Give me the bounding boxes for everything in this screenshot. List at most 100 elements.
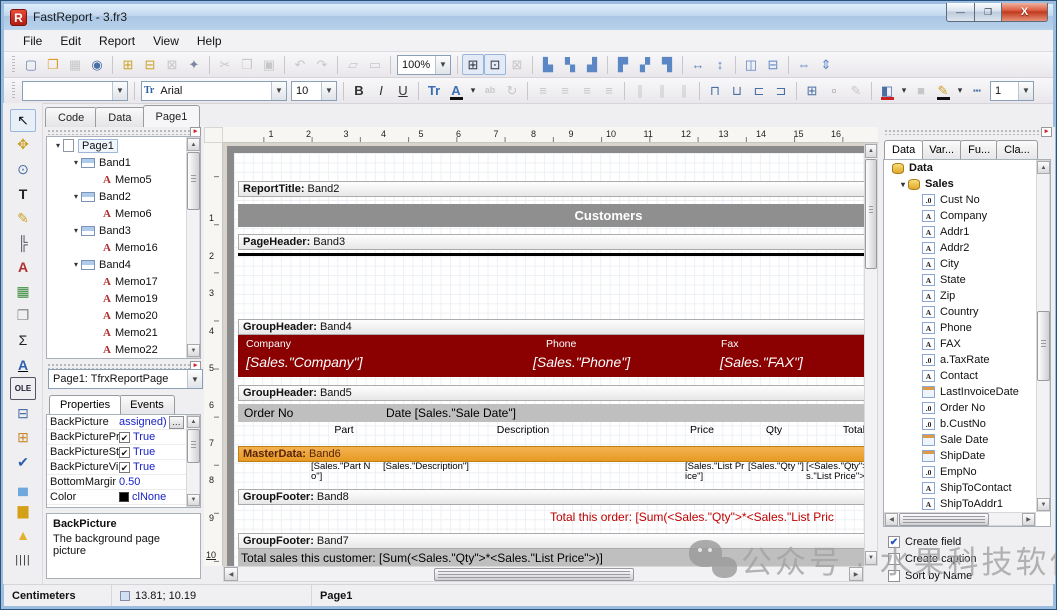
expand-icon[interactable]: ▾ (71, 158, 81, 167)
data-field-shipdate[interactable]: ShipDate (884, 448, 1050, 464)
data-field-memo[interactable]: [Sales."Phone"] (533, 354, 630, 370)
scroll-thumb[interactable] (434, 568, 634, 581)
center-horizontally-in-band-button[interactable]: ◫ (740, 54, 762, 75)
open-report-button[interactable]: ❐ (42, 54, 64, 75)
align-middles-button[interactable]: ▞ (634, 54, 656, 75)
band-header-band5[interactable]: GroupHeader:Band5 (238, 385, 864, 401)
data-field-order-no[interactable]: .0Order No (884, 400, 1050, 416)
data-field-addr1[interactable]: AAddr1 (884, 224, 1050, 240)
property-grid-vscrollbar[interactable]: ▲ ▼ (186, 415, 200, 507)
shape-object-button[interactable]: ▲ (10, 524, 36, 547)
data-field-addr2[interactable]: AAddr2 (884, 240, 1050, 256)
tree-node-memo20[interactable]: AMemo20 (47, 307, 200, 324)
option-create-caption[interactable]: Create caption (888, 553, 977, 565)
tab-page1[interactable]: Page1 (143, 105, 201, 127)
group-header-band4-memos[interactable]: CompanyPhoneFax[Sales."Company"][Sales."… (238, 335, 864, 377)
frame-right-button[interactable]: ⊐ (770, 80, 792, 101)
system-text-object-button[interactable]: Σ (10, 329, 36, 352)
frame-style-button[interactable]: ┅ (966, 80, 988, 101)
checkbox-checked-icon[interactable]: ✔ (119, 462, 130, 473)
column-header-memo[interactable]: Description (497, 424, 550, 436)
chart-object-button[interactable]: ▆ (10, 499, 36, 522)
tab-events[interactable]: Events (119, 395, 175, 414)
column-caption-memo[interactable]: Fax (721, 338, 739, 350)
option-create-field[interactable]: ✔Create field (888, 536, 961, 548)
scroll-up-icon[interactable]: ▲ (187, 138, 200, 151)
master-data-memo[interactable]: [Sales."List Price"] (685, 462, 746, 481)
chevron-down-icon[interactable]: ▼ (187, 370, 202, 388)
tree-node-band2[interactable]: ▾Band2 (47, 188, 200, 205)
same-width-button[interactable]: ⇔ (793, 54, 815, 75)
underline-button[interactable]: U (392, 80, 414, 101)
expand-icon[interactable]: ▾ (71, 192, 81, 201)
new-dialog-page-button[interactable]: ⊟ (139, 54, 161, 75)
tab-code[interactable]: Code (45, 107, 97, 127)
scroll-down-icon[interactable]: ▼ (1037, 498, 1050, 511)
tab-data[interactable]: Data (884, 140, 923, 159)
chevron-down-icon[interactable]: ▼ (435, 56, 450, 74)
align-centers-button[interactable]: ▚ (559, 54, 581, 75)
scroll-thumb[interactable] (187, 152, 200, 210)
tab-properties[interactable]: Properties (49, 395, 121, 414)
italic-button[interactable]: I (370, 80, 392, 101)
scroll-right-icon[interactable]: ▶ (1022, 513, 1035, 526)
scroll-up-icon[interactable]: ▲ (1037, 161, 1050, 174)
data-field-company[interactable]: ACompany (884, 208, 1050, 224)
align-rights-button[interactable]: ▟ (581, 54, 603, 75)
checkbox-checked-icon[interactable]: ✔ (888, 536, 900, 548)
same-height-button[interactable]: ⇕ (815, 54, 837, 75)
tab-cla[interactable]: Cla... (996, 140, 1038, 159)
line-color-button[interactable]: ✎ (932, 80, 954, 101)
master-data-memo[interactable]: [Sales."Qty "] (748, 462, 804, 481)
data-field-sale-date[interactable]: Sale Date (884, 432, 1050, 448)
fill-color-button[interactable]: ◧ (876, 80, 898, 101)
menu-report[interactable]: Report (90, 32, 144, 50)
picture-object-button[interactable]: ▦ (10, 280, 36, 303)
band-header-band7[interactable]: GroupFooter:Band7 (238, 533, 864, 549)
design-hscrollbar[interactable]: ◀ ▶ (223, 566, 864, 582)
property-row-color[interactable]: ColorclNone (47, 490, 200, 505)
band-header-band3[interactable]: PageHeader:Band3 (238, 234, 864, 250)
hand-tool-button[interactable]: ✥ (10, 133, 36, 156)
scroll-down-icon[interactable]: ▼ (187, 494, 200, 506)
font-name-select[interactable]: TrArial▼ (141, 81, 287, 101)
menu-edit[interactable]: Edit (51, 32, 90, 50)
data-field-zip[interactable]: AZip (884, 288, 1050, 304)
band-header-band8[interactable]: GroupFooter:Band8 (238, 489, 864, 505)
property-row-backpicture[interactable]: BackPictureassigned)… (47, 415, 200, 430)
data-field-memo[interactable]: [Sales."FAX"] (720, 354, 803, 370)
align-tops-button[interactable]: ▛ (612, 54, 634, 75)
gradient-object-button[interactable]: ▄ (10, 475, 36, 498)
scroll-left-icon[interactable]: ◀ (224, 567, 238, 581)
data-field-empno[interactable]: .0EmpNo (884, 464, 1050, 480)
tree-node-memo6[interactable]: AMemo6 (47, 205, 200, 222)
tree-node-page1[interactable]: ▾Page1 (47, 137, 200, 154)
data-field-city[interactable]: ACity (884, 256, 1050, 272)
column-caption-memo[interactable]: Phone (546, 338, 576, 350)
checkbox-checked-icon[interactable]: ✔ (119, 447, 130, 458)
data-tree-hscrollbar[interactable]: ◀ ▶ (884, 512, 1036, 526)
master-data-memo[interactable]: [Sales."Part No"] (311, 462, 371, 481)
line-color-dropdown-button[interactable]: ▾ (954, 80, 966, 101)
tab-var[interactable]: Var... (921, 140, 962, 159)
tree-node-memo21[interactable]: AMemo21 (47, 324, 200, 341)
font-size-select[interactable]: 10▼ (291, 81, 337, 101)
tab-data[interactable]: Data (95, 107, 144, 127)
property-row-bottommargir[interactable]: BottomMargir0.50 (47, 475, 200, 490)
chevron-down-icon[interactable]: ▼ (321, 82, 336, 100)
property-row-backpicturepr[interactable]: BackPicturePr✔True (47, 430, 200, 445)
tree-node-sales[interactable]: ▾Sales (884, 176, 1050, 192)
page-settings-button[interactable]: ✦ (183, 54, 205, 75)
object-selector[interactable]: Page1: TfrxReportPage ▼ (48, 369, 203, 389)
band-header-band6[interactable]: MasterData:Band6 (238, 446, 864, 462)
tree-node-band4[interactable]: ▾Band4 (47, 256, 200, 273)
frame-none-button[interactable]: ▫ (823, 80, 845, 101)
font-color-dropdown-button[interactable]: ▾ (467, 80, 479, 101)
font-color-button[interactable]: A (445, 80, 467, 101)
dock-close-icon[interactable]: ▸ (1041, 127, 1052, 137)
scroll-thumb[interactable] (1037, 311, 1050, 381)
font-settings-button[interactable]: Tr (423, 80, 445, 101)
option-sort-by-name[interactable]: Sort by Name (888, 570, 972, 582)
checkbox-unchecked-icon[interactable] (888, 570, 900, 582)
format-painter-tool-button[interactable]: ✎ (10, 207, 36, 230)
